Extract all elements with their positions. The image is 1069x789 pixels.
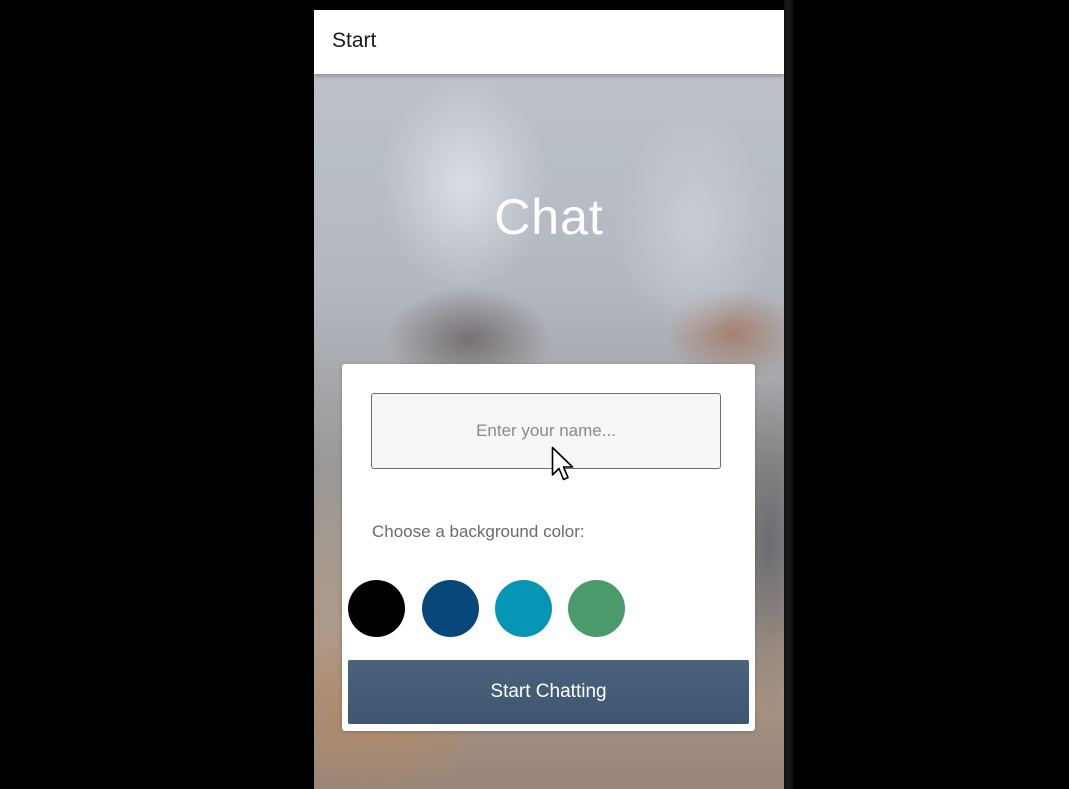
background-color-label: Choose a background color: <box>372 522 585 541</box>
app-title: Chat <box>494 189 604 245</box>
device-bezel <box>784 0 794 789</box>
start-chatting-button[interactable]: Start Chatting <box>348 660 749 724</box>
app-bar: Start <box>314 10 784 74</box>
color-swatch-teal[interactable] <box>495 580 552 637</box>
phone-screen: Start Chat Choose a background color: St… <box>314 10 784 789</box>
color-swatch-list <box>342 580 755 638</box>
color-swatch-black[interactable] <box>348 580 405 637</box>
name-input[interactable] <box>371 393 721 469</box>
screen: Start Chat Choose a background color: St… <box>0 0 1069 789</box>
app-bar-title: Start <box>332 29 377 52</box>
color-swatch-dark-blue[interactable] <box>422 580 479 637</box>
color-swatch-green[interactable] <box>568 580 625 637</box>
start-form-card: Choose a background color: Start Chattin… <box>342 364 755 731</box>
